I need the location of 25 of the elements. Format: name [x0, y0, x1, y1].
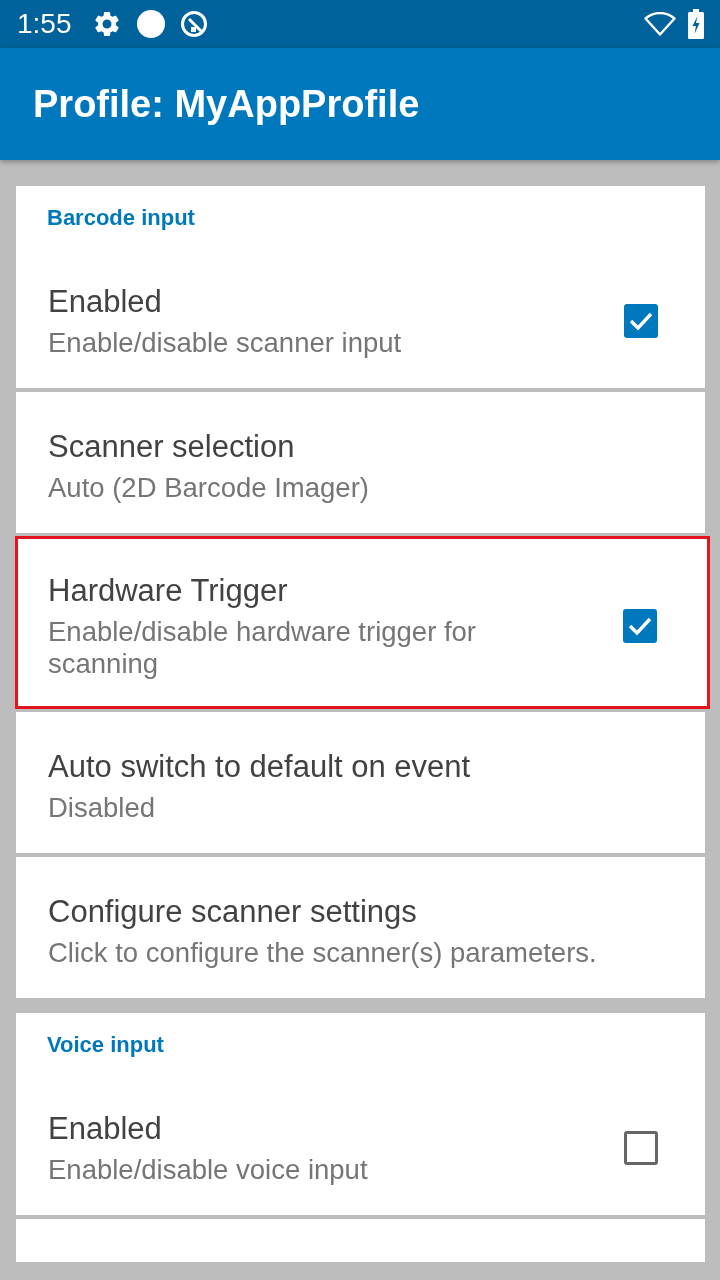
setting-title: Scanner selection [48, 428, 296, 466]
check-icon [629, 312, 653, 330]
setting-title: Enabled [48, 1110, 163, 1148]
setting-summary: Enable/disable scanner input [48, 327, 403, 359]
setting-title: Enabled [48, 283, 163, 321]
setting-title: Hardware Trigger [48, 572, 289, 610]
section-header: Barcode input [46, 204, 196, 232]
ring-slash-icon [179, 10, 208, 38]
checkbox[interactable] [624, 1131, 658, 1165]
setting-title: Configure scanner settings [48, 893, 418, 931]
circle-icon [136, 10, 165, 38]
checkbox[interactable] [624, 304, 658, 338]
setting-summary: Disabled [48, 792, 156, 824]
section-header: Voice input [46, 1031, 165, 1059]
app-bar-title: Profile: MyAppProfile [33, 82, 420, 127]
setting-summary: Enable/disable voice input [48, 1154, 369, 1186]
wifi-icon [644, 12, 676, 36]
setting-summary: Click to configure the scanner(s) parameters. [48, 937, 598, 969]
status-time: 1:55 [17, 8, 72, 40]
battery-charging-icon [688, 9, 704, 39]
setting-summary: Auto (2D Barcode Imager) [48, 472, 370, 504]
checkbox[interactable] [623, 609, 657, 643]
setting-title: Auto switch to default on event [48, 748, 472, 786]
check-icon [628, 617, 652, 635]
setting-summary: Enable/disable hardware trigger for scanning [48, 616, 478, 680]
